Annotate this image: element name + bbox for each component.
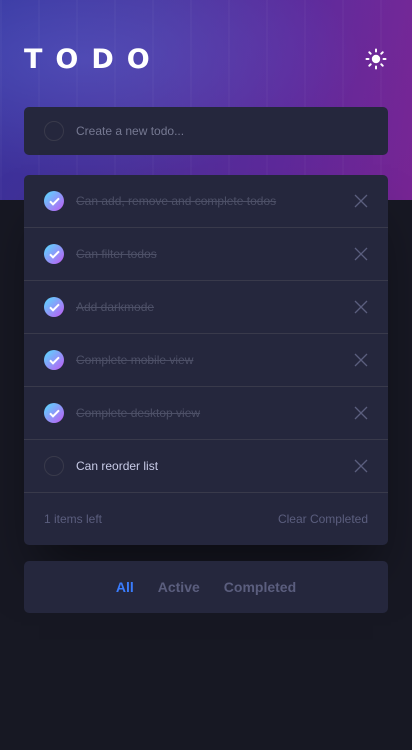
- check-icon: [48, 409, 60, 418]
- todo-list: Can add, remove and complete todos Can f…: [24, 175, 388, 545]
- todo-item[interactable]: Add darkmode: [24, 281, 388, 334]
- close-icon[interactable]: [354, 300, 368, 314]
- todo-text: Can reorder list: [76, 459, 159, 473]
- check-icon: [48, 197, 60, 206]
- todo-item[interactable]: Can filter todos: [24, 228, 388, 281]
- todo-text: Complete desktop view: [76, 406, 201, 420]
- filter-completed-button[interactable]: Completed: [224, 579, 296, 595]
- close-icon[interactable]: [354, 353, 368, 367]
- close-icon[interactable]: [354, 459, 368, 473]
- close-icon[interactable]: [354, 247, 368, 261]
- items-left-count: 1 items left: [44, 512, 103, 526]
- sun-icon: [365, 48, 387, 70]
- theme-toggle-button[interactable]: [364, 47, 388, 71]
- todo-checkbox[interactable]: [44, 191, 64, 211]
- todo-checkbox[interactable]: [44, 456, 64, 476]
- new-todo-input[interactable]: [76, 124, 356, 138]
- todo-checkbox[interactable]: [44, 297, 64, 317]
- new-todo-bar: [24, 107, 388, 155]
- check-icon: [48, 250, 60, 259]
- app-header: TODO: [24, 43, 388, 75]
- clear-completed-button[interactable]: Clear Completed: [278, 512, 368, 526]
- filter-all-button[interactable]: All: [116, 579, 134, 595]
- filter-bar: All Active Completed: [24, 561, 388, 613]
- todo-text: Can add, remove and complete todos: [76, 194, 277, 208]
- todo-checkbox[interactable]: [44, 403, 64, 423]
- close-icon[interactable]: [354, 406, 368, 420]
- todo-checkbox[interactable]: [44, 244, 64, 264]
- todo-item[interactable]: Can reorder list: [24, 440, 388, 493]
- todo-text: Can filter todos: [76, 247, 157, 261]
- todo-checkbox[interactable]: [44, 350, 64, 370]
- todo-text: Complete mobile view: [76, 353, 194, 367]
- close-icon[interactable]: [354, 194, 368, 208]
- app-title: TODO: [24, 43, 163, 75]
- filter-active-button[interactable]: Active: [158, 579, 200, 595]
- todo-item[interactable]: Complete mobile view: [24, 334, 388, 387]
- check-icon: [48, 303, 60, 312]
- todo-item[interactable]: Can add, remove and complete todos: [24, 175, 388, 228]
- header-background-image: [0, 0, 412, 200]
- todo-text: Add darkmode: [76, 300, 155, 314]
- new-todo-circle[interactable]: [44, 121, 64, 141]
- todo-item[interactable]: Complete desktop view: [24, 387, 388, 440]
- list-footer: 1 items left Clear Completed: [24, 493, 388, 545]
- check-icon: [48, 356, 60, 365]
